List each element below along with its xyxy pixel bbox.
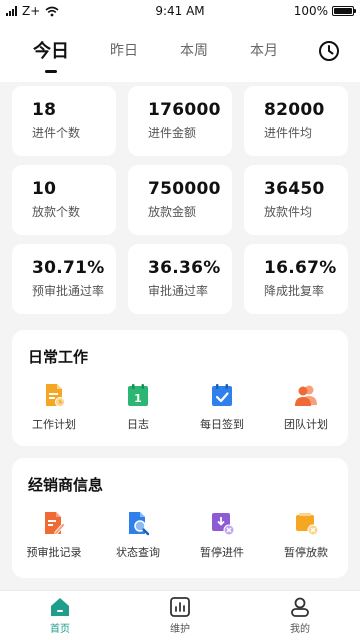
panel-title: 经销商信息 [28, 476, 104, 494]
stat-label: 进件个数 [32, 126, 81, 140]
stat-card: 30.71% 预审批通过率 [12, 244, 116, 314]
nav-home-label: 首页 [49, 624, 70, 635]
team-plan-button[interactable]: 团队计划 [264, 382, 348, 432]
team-plan-label: 团队计划 [284, 418, 328, 431]
dealer-info-panel: 经销商信息 预审批记录 状态查询 暂停进件 暂停放款 [12, 458, 348, 578]
nav-mine-label: 我的 [289, 624, 310, 635]
log-calendar-icon: 1 [128, 384, 148, 406]
checkin-calendar-icon [212, 384, 232, 406]
stat-value: 750000 [148, 179, 221, 199]
stat-card: 18 进件个数 [12, 86, 116, 156]
stat-card: 750000 放款金额 [128, 165, 232, 235]
work-plan-button[interactable]: 工作计划 [12, 382, 96, 432]
stat-label: 放款件均 [264, 205, 313, 219]
stat-card: 10 放款个数 [12, 165, 116, 235]
tab-yesterday[interactable]: 昨日 [110, 40, 138, 60]
nav-home[interactable]: 首页 [0, 591, 120, 640]
profile-icon [291, 597, 309, 617]
pause-loan-label: 暂停放款 [284, 546, 328, 559]
status-right: 100% [293, 4, 356, 18]
stat-label: 进件件均 [264, 126, 313, 140]
bottom-nav: 首页 维护 我的 [0, 590, 360, 640]
home-icon [50, 598, 69, 616]
pre-approval-record-button[interactable]: 预审批记录 [12, 510, 96, 560]
stat-label: 审批通过率 [148, 284, 209, 298]
nav-maintain[interactable]: 维护 [120, 591, 240, 640]
log-label: 日志 [127, 418, 149, 431]
stat-value: 36450 [264, 179, 325, 199]
stat-card: 36450 放款件均 [244, 165, 348, 235]
pause-loan-icon [296, 513, 319, 536]
stat-card: 16.67% 降成批复率 [244, 244, 348, 314]
period-tabs: 今日 昨日 本周 本月 [0, 22, 360, 82]
panel-title: 日常工作 [28, 348, 89, 366]
stat-card: 176000 进件金额 [128, 86, 232, 156]
chart-icon [170, 597, 190, 617]
tab-this-week[interactable]: 本周 [180, 40, 208, 60]
tab-this-month[interactable]: 本月 [250, 40, 278, 60]
pre-approval-record-label: 预审批记录 [26, 546, 82, 559]
work-plan-icon [46, 384, 65, 407]
daily-work-panel: 日常工作 工作计划 1 日志 每日签到 团队计划 [12, 330, 348, 446]
stat-label: 降成批复率 [264, 284, 325, 298]
pause-intake-label: 暂停进件 [200, 546, 244, 559]
battery-percent: 100% [293, 4, 328, 18]
status-query-button[interactable]: 状态查询 [96, 510, 180, 560]
stat-value: 36.36% [148, 258, 221, 278]
stat-card: 82000 进件件均 [244, 86, 348, 156]
svg-text:1: 1 [134, 392, 142, 405]
stat-value: 82000 [264, 100, 325, 120]
team-icon [295, 385, 317, 406]
nav-maintain-label: 维护 [169, 624, 190, 635]
pause-loan-button[interactable]: 暂停放款 [264, 510, 348, 560]
stat-value: 16.67% [264, 258, 337, 278]
stat-label: 放款个数 [32, 205, 81, 219]
stat-label: 放款金额 [148, 205, 197, 219]
status-query-label: 状态查询 [116, 546, 160, 559]
pause-intake-icon [212, 513, 235, 536]
log-button[interactable]: 1 日志 [96, 382, 180, 432]
clock-icon[interactable] [318, 40, 340, 62]
stat-card: 36.36% 审批通过率 [128, 244, 232, 314]
stat-label: 预审批通过率 [32, 284, 105, 298]
stat-value: 18 [32, 100, 57, 120]
nav-mine[interactable]: 我的 [240, 591, 360, 640]
tab-today[interactable]: 今日 [33, 37, 69, 73]
stat-value: 176000 [148, 100, 221, 120]
status-query-icon [129, 512, 150, 536]
pause-intake-button[interactable]: 暂停进件 [180, 510, 264, 560]
status-bar: Z+ 9:41 AM 100% [0, 0, 360, 22]
stat-value: 10 [32, 179, 57, 199]
pre-approval-record-icon [45, 512, 66, 536]
battery-icon [332, 6, 356, 16]
daily-checkin-label: 每日签到 [200, 418, 244, 431]
stat-label: 进件金额 [148, 126, 197, 140]
work-plan-label: 工作计划 [32, 418, 76, 431]
stat-value: 30.71% [32, 258, 105, 278]
daily-checkin-button[interactable]: 每日签到 [180, 382, 264, 432]
